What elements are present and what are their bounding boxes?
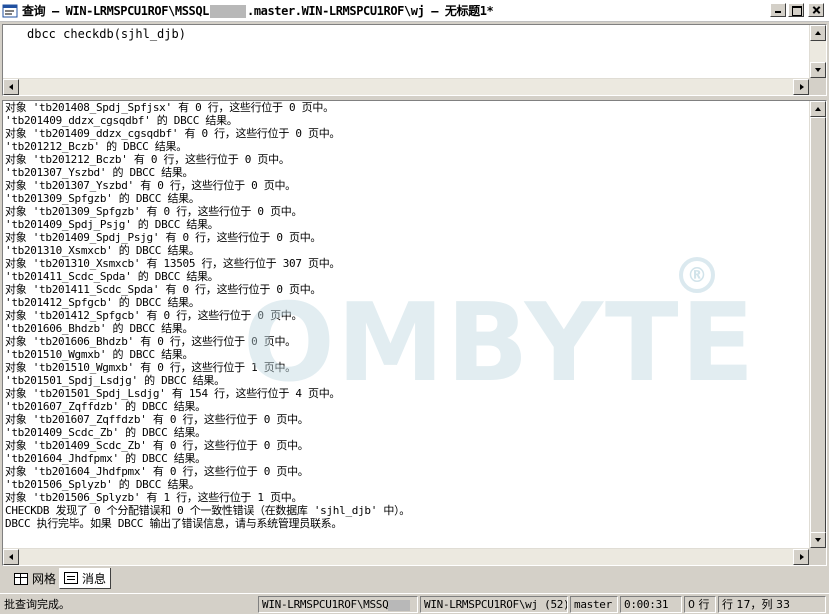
editor-horizontal-scrollbar[interactable]	[3, 78, 809, 95]
message-line: 'tb201604_Jhdfpmx' 的 DBCC 结果。	[5, 452, 206, 465]
scroll-up-button[interactable]	[810, 25, 826, 41]
arrow-down-icon	[815, 68, 821, 72]
tab-grid[interactable]: 网格	[10, 568, 60, 589]
arrow-left-icon	[9, 554, 13, 560]
query-window-icon	[2, 4, 18, 17]
maximize-button[interactable]	[788, 3, 804, 17]
message-line: 'tb201212_Bczb' 的 DBCC 结果。	[5, 140, 187, 153]
message-line: 对象 'tb201310_Xsmxcb' 有 13505 行，这些行位于 307…	[5, 257, 341, 270]
message-line: CHECKDB 发现了 0 个分配错误和 0 个一致性错误（在数据库 'sjhl…	[5, 504, 410, 517]
scroll-corner	[809, 78, 826, 95]
scroll-corner	[809, 548, 826, 565]
message-line: 对象 'tb201409_ddzx_cgsqdbf' 有 0 行，这些行位于 0…	[5, 127, 341, 140]
arrow-right-icon	[800, 84, 804, 90]
message-line: 'tb201310_Xsmxcb' 的 DBCC 结果。	[5, 244, 200, 257]
scroll-up-button[interactable]	[810, 101, 826, 117]
message-line: 对象 'tb201412_Spfgcb' 有 0 行，这些行位于 0 页中。	[5, 309, 303, 322]
tab-grid-label: 网格	[32, 572, 57, 586]
scroll-thumb[interactable]	[810, 117, 826, 547]
results-vertical-scrollbar[interactable]	[809, 101, 826, 548]
redacted-block	[388, 599, 411, 611]
query-text[interactable]: dbcc checkdb(sjhl_djb)	[27, 27, 186, 41]
scroll-down-button[interactable]	[810, 62, 826, 78]
message-line: 'tb201409_Scdc_Zb' 的 DBCC 结果。	[5, 426, 206, 439]
message-line: 'tb201309_Spfgzb' 的 DBCC 结果。	[5, 192, 200, 205]
window-controls	[770, 3, 824, 17]
message-line: 对象 'tb201607_Zqffdzb' 有 0 行，这些行位于 0 页中。	[5, 413, 309, 426]
status-user: WIN-LRMSPCU1ROF\wj (52)	[420, 596, 568, 613]
status-rows: 0 行	[684, 596, 716, 613]
status-server: WIN-LRMSPCU1ROF\MSSQ	[258, 596, 418, 613]
message-line: 对象 'tb201510_Wgmxb' 有 0 行，这些行位于 1 页中。	[5, 361, 296, 374]
message-line: 对象 'tb201506_Splyzb' 有 1 行，这些行位于 1 页中。	[5, 491, 303, 504]
message-line: 'tb201606_Bhdzb' 的 DBCC 结果。	[5, 322, 194, 335]
scroll-right-button[interactable]	[793, 79, 809, 95]
window-title: 查询 — WIN-LRMSPCU1ROF\MSSQL .master.WIN-LR…	[22, 2, 494, 19]
status-bar: 批查询完成。 WIN-LRMSPCU1ROF\MSSQ WIN-LRMSPCU1…	[0, 593, 829, 614]
message-line: 对象 'tb201411_Scdc_Spda' 有 0 行，这些行位于 0 页中…	[5, 283, 322, 296]
editor-vertical-scrollbar[interactable]	[809, 25, 826, 78]
message-line: 'tb201307_Yszbd' 的 DBCC 结果。	[5, 166, 194, 179]
message-line: 对象 'tb201409_Scdc_Zb' 有 0 行，这些行位于 0 页中。	[5, 439, 309, 452]
window-title-prefix: 查询 — WIN-LRMSPCU1ROF\MSSQL	[22, 4, 209, 18]
close-button[interactable]	[808, 3, 824, 17]
message-line: 对象 'tb201408_Spdj_Spfjsx' 有 0 行，这些行位于 0 …	[5, 101, 334, 114]
message-line: 'tb201409_ddzx_cgsqdbf' 的 DBCC 结果。	[5, 114, 238, 127]
message-line: DBCC 执行完毕。如果 DBCC 输出了错误信息，请与系统管理员联系。	[5, 517, 343, 530]
query-editor[interactable]: dbcc checkdb(sjhl_djb)	[2, 24, 827, 96]
arrow-right-icon	[800, 554, 804, 560]
tab-messages[interactable]: 消息	[59, 568, 112, 589]
results-horizontal-scrollbar[interactable]	[3, 548, 809, 565]
window-title-suffix: .master.WIN-LRMSPCU1ROF\wj — 无标题1*	[247, 4, 494, 18]
scroll-down-button[interactable]	[810, 532, 826, 548]
results-tabbar: 网格 消息	[0, 567, 829, 591]
status-elapsed: 0:00:31	[620, 596, 682, 613]
scroll-left-button[interactable]	[3, 549, 19, 565]
message-line: 'tb201501_Spdj_Lsdjg' 的 DBCC 结果。	[5, 374, 225, 387]
message-line: 对象 'tb201604_Jhdfpmx' 有 0 行，这些行位于 0 页中。	[5, 465, 309, 478]
message-line: 对象 'tb201307_Yszbd' 有 0 行，这些行位于 0 页中。	[5, 179, 296, 192]
message-line: 'tb201510_Wgmxb' 的 DBCC 结果。	[5, 348, 194, 361]
scroll-left-button[interactable]	[3, 79, 19, 95]
status-position: 行 17，列 33	[718, 596, 826, 613]
message-line: 对象 'tb201606_Bhdzb' 有 0 行，这些行位于 0 页中。	[5, 335, 296, 348]
message-line: 'tb201409_Spdj_Psjg' 的 DBCC 结果。	[5, 218, 219, 231]
grid-icon	[14, 572, 28, 585]
title-bar[interactable]: 查询 — WIN-LRMSPCU1ROF\MSSQL .master.WIN-LR…	[0, 0, 829, 22]
status-server-text: WIN-LRMSPCU1ROF\MSSQ	[262, 598, 389, 611]
message-line: 对象 'tb201501_Spdj_Lsdjg' 有 154 行，这些行位于 4…	[5, 387, 341, 400]
status-database: master	[570, 596, 618, 613]
message-line: 对象 'tb201212_Bczb' 有 0 行，这些行位于 0 页中。	[5, 153, 290, 166]
tab-messages-label: 消息	[82, 571, 107, 586]
status-message: 批查询完成。	[4, 598, 70, 611]
message-line: 'tb201506_Splyzb' 的 DBCC 结果。	[5, 478, 200, 491]
message-line: 'tb201607_Zqffdzb' 的 DBCC 结果。	[5, 400, 206, 413]
arrow-left-icon	[9, 84, 13, 90]
arrow-up-icon	[815, 31, 821, 35]
message-line: 'tb201411_Scdc_Spda' 的 DBCC 结果。	[5, 270, 219, 283]
redacted-block	[210, 5, 246, 18]
results-pane[interactable]: 对象 'tb201408_Spdj_Spfjsx' 有 0 行，这些行位于 0 …	[2, 100, 827, 566]
message-line: 对象 'tb201409_Spdj_Psjg' 有 0 行，这些行位于 0 页中…	[5, 231, 322, 244]
message-line: 对象 'tb201309_Spfgzb' 有 0 行，这些行位于 0 页中。	[5, 205, 303, 218]
message-line: 'tb201412_Spfgcb' 的 DBCC 结果。	[5, 296, 200, 309]
minimize-button[interactable]	[770, 3, 786, 17]
arrow-down-icon	[815, 538, 821, 542]
scroll-right-button[interactable]	[793, 549, 809, 565]
arrow-up-icon	[815, 107, 821, 111]
messages-list[interactable]: 对象 'tb201408_Spdj_Spfjsx' 有 0 行，这些行位于 0 …	[5, 101, 809, 548]
messages-icon	[64, 572, 78, 584]
